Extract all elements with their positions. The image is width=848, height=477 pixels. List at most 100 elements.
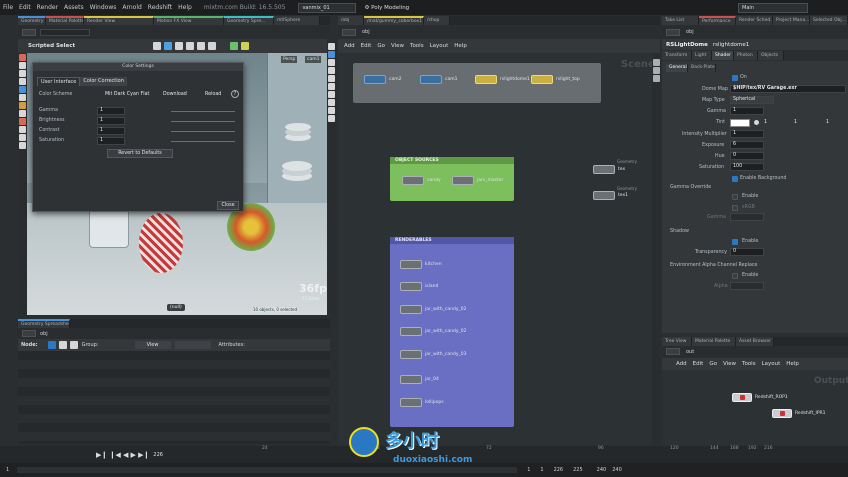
node-island[interactable]: island bbox=[400, 281, 438, 292]
reload-button[interactable]: Reload bbox=[205, 92, 221, 97]
highlight-icon[interactable] bbox=[241, 42, 250, 50]
range-field-4[interactable]: 225 bbox=[573, 467, 583, 473]
camera-menu[interactable]: cam1 bbox=[305, 56, 322, 63]
ghost-icon[interactable] bbox=[328, 91, 335, 98]
end-frame-2[interactable]: 240 bbox=[612, 467, 622, 473]
node-jars-master[interactable]: jars_master bbox=[452, 175, 503, 186]
select-icon[interactable] bbox=[153, 42, 162, 50]
node-kitchen[interactable]: kitchen bbox=[400, 259, 442, 270]
revert-defaults-button[interactable]: Revert to Defaults bbox=[107, 149, 173, 158]
end-frame[interactable]: 240 bbox=[597, 467, 607, 473]
spreadsheet-table[interactable] bbox=[18, 351, 330, 444]
output-menu-help[interactable]: Help bbox=[786, 361, 799, 367]
close-button[interactable]: Close bbox=[217, 201, 239, 210]
tab-material-palette-bottom[interactable]: Material Palette bbox=[692, 337, 736, 346]
subtab-general[interactable]: General bbox=[666, 64, 688, 72]
node-rslight-top[interactable]: rslight_top bbox=[531, 74, 580, 85]
tab-obj[interactable]: /obj bbox=[338, 16, 364, 25]
range-field-2[interactable]: 1 bbox=[540, 467, 543, 473]
move-tool-icon[interactable] bbox=[19, 62, 26, 69]
scale-tool-icon[interactable] bbox=[19, 78, 26, 85]
persp-menu[interactable]: Persp bbox=[281, 56, 298, 63]
transparency-field[interactable]: 0 bbox=[730, 248, 764, 256]
pose-tool-icon[interactable] bbox=[19, 94, 26, 101]
tab-performance[interactable]: Performance bbox=[699, 16, 736, 25]
help-icon[interactable]: ? bbox=[231, 90, 239, 98]
brightness-slider[interactable] bbox=[171, 121, 235, 122]
props-back-icon[interactable] bbox=[666, 28, 680, 36]
view-tool-icon[interactable] bbox=[19, 110, 26, 117]
tab-selected-objects[interactable]: Selected Obj... bbox=[810, 16, 848, 25]
menu-redshift[interactable]: Redshift bbox=[145, 4, 175, 11]
network-tool-icon[interactable] bbox=[652, 59, 660, 66]
gamma-override-enable-checkbox[interactable] bbox=[732, 194, 738, 200]
tab-shop[interactable]: /shop bbox=[424, 16, 450, 25]
back-icon[interactable] bbox=[22, 28, 36, 36]
node-tex1[interactable]: tex1 bbox=[593, 190, 628, 201]
rotate-tool-icon[interactable] bbox=[19, 70, 26, 77]
dome-map-field[interactable]: $HIP/tex/RV Garage.exr bbox=[730, 85, 846, 93]
tab-transform[interactable]: Transform bbox=[662, 51, 692, 60]
node-jar-with-candy-03[interactable]: jar_with_candy_03 bbox=[400, 349, 466, 360]
output-menu-go[interactable]: Go bbox=[709, 361, 717, 367]
render-region-icon[interactable] bbox=[19, 118, 26, 125]
tab-objects[interactable]: Objects bbox=[758, 51, 784, 60]
lighting-icon[interactable] bbox=[328, 99, 335, 106]
edges-icon[interactable] bbox=[186, 42, 195, 50]
safe-area-icon[interactable] bbox=[328, 115, 335, 122]
node-tex[interactable]: tex bbox=[593, 164, 625, 175]
menu-edit[interactable]: Edit bbox=[16, 4, 34, 11]
tab-material-palette[interactable]: Material Palette bbox=[46, 16, 84, 25]
tab-geometry-spreadsheet-bottom[interactable]: Geometry Spreadsheet bbox=[18, 319, 70, 328]
back-icon-bottom[interactable] bbox=[22, 330, 36, 337]
range-start[interactable]: 1 bbox=[6, 467, 9, 473]
scene-menu-layout[interactable]: Layout bbox=[430, 43, 449, 49]
tab-geometry-spre2[interactable]: Geometry Spre... bbox=[224, 16, 274, 25]
normals-icon[interactable] bbox=[328, 83, 335, 90]
node-jar-with-candy-01[interactable]: jar_with_candy_02 bbox=[400, 304, 466, 315]
brush-tool-icon[interactable] bbox=[19, 102, 26, 109]
shadow-enable-checkbox[interactable] bbox=[732, 239, 738, 245]
scene-menu-add[interactable]: Add bbox=[344, 43, 355, 49]
desktop-select[interactable]: vanmix_01 bbox=[298, 2, 357, 13]
tab-tree-view[interactable]: Tree View bbox=[662, 337, 692, 346]
scene-back-icon[interactable] bbox=[342, 28, 356, 36]
tab-asset-browser[interactable]: Asset Browser bbox=[736, 337, 774, 346]
menu-arnold[interactable]: Arnold bbox=[119, 4, 144, 11]
points-icon[interactable] bbox=[175, 42, 184, 50]
enable-background-checkbox[interactable] bbox=[732, 176, 738, 182]
srgb-checkbox[interactable] bbox=[732, 205, 738, 211]
output-menu-add[interactable]: Add bbox=[676, 361, 687, 367]
display-menu[interactable] bbox=[174, 341, 211, 349]
tint-r[interactable]: 1 bbox=[764, 120, 767, 125]
network-tool-icon-3[interactable] bbox=[652, 75, 660, 82]
tab-motion-fx[interactable]: Motion FX View bbox=[154, 16, 224, 25]
prims-mode-icon[interactable] bbox=[69, 341, 78, 349]
scene-menu-go[interactable]: Go bbox=[377, 43, 385, 49]
vertices-icon[interactable] bbox=[208, 42, 217, 50]
display-options-icon[interactable] bbox=[328, 43, 335, 50]
snap-icon[interactable] bbox=[230, 42, 239, 50]
gamma-override-field[interactable] bbox=[730, 213, 764, 221]
menu-render[interactable]: Render bbox=[34, 4, 61, 11]
node-candy[interactable]: candy bbox=[402, 175, 441, 186]
view-menu[interactable]: View bbox=[134, 341, 171, 349]
range-field-1[interactable]: 1 bbox=[527, 467, 530, 473]
network-tool-icon-2[interactable] bbox=[652, 67, 660, 74]
contrast-field[interactable]: 1 bbox=[97, 127, 125, 135]
select-tool-icon[interactable] bbox=[19, 54, 26, 61]
tab-geometry-spreadsheet[interactable]: Geometry Spre... bbox=[18, 16, 46, 25]
output-menu-tools[interactable]: Tools bbox=[742, 361, 756, 367]
tint-g[interactable]: 1 bbox=[794, 120, 797, 125]
output-menu-layout[interactable]: Layout bbox=[762, 361, 781, 367]
scene-menu-tools[interactable]: Tools bbox=[410, 43, 424, 49]
tint-b[interactable]: 1 bbox=[826, 120, 829, 125]
node-rslightdome1[interactable]: rslightdome1 bbox=[475, 74, 530, 85]
tab-take-list[interactable]: Take List bbox=[662, 16, 699, 25]
output-canvas[interactable]: Output Redshift_ROP1 Redshift_IPR1 bbox=[662, 370, 848, 445]
menu-assets[interactable]: Assets bbox=[61, 4, 87, 11]
prims-icon[interactable] bbox=[197, 42, 206, 50]
tab-user-interface[interactable]: User Interface bbox=[37, 77, 81, 86]
on-checkbox[interactable] bbox=[732, 75, 738, 81]
brightness-field[interactable]: 1 bbox=[97, 117, 125, 125]
